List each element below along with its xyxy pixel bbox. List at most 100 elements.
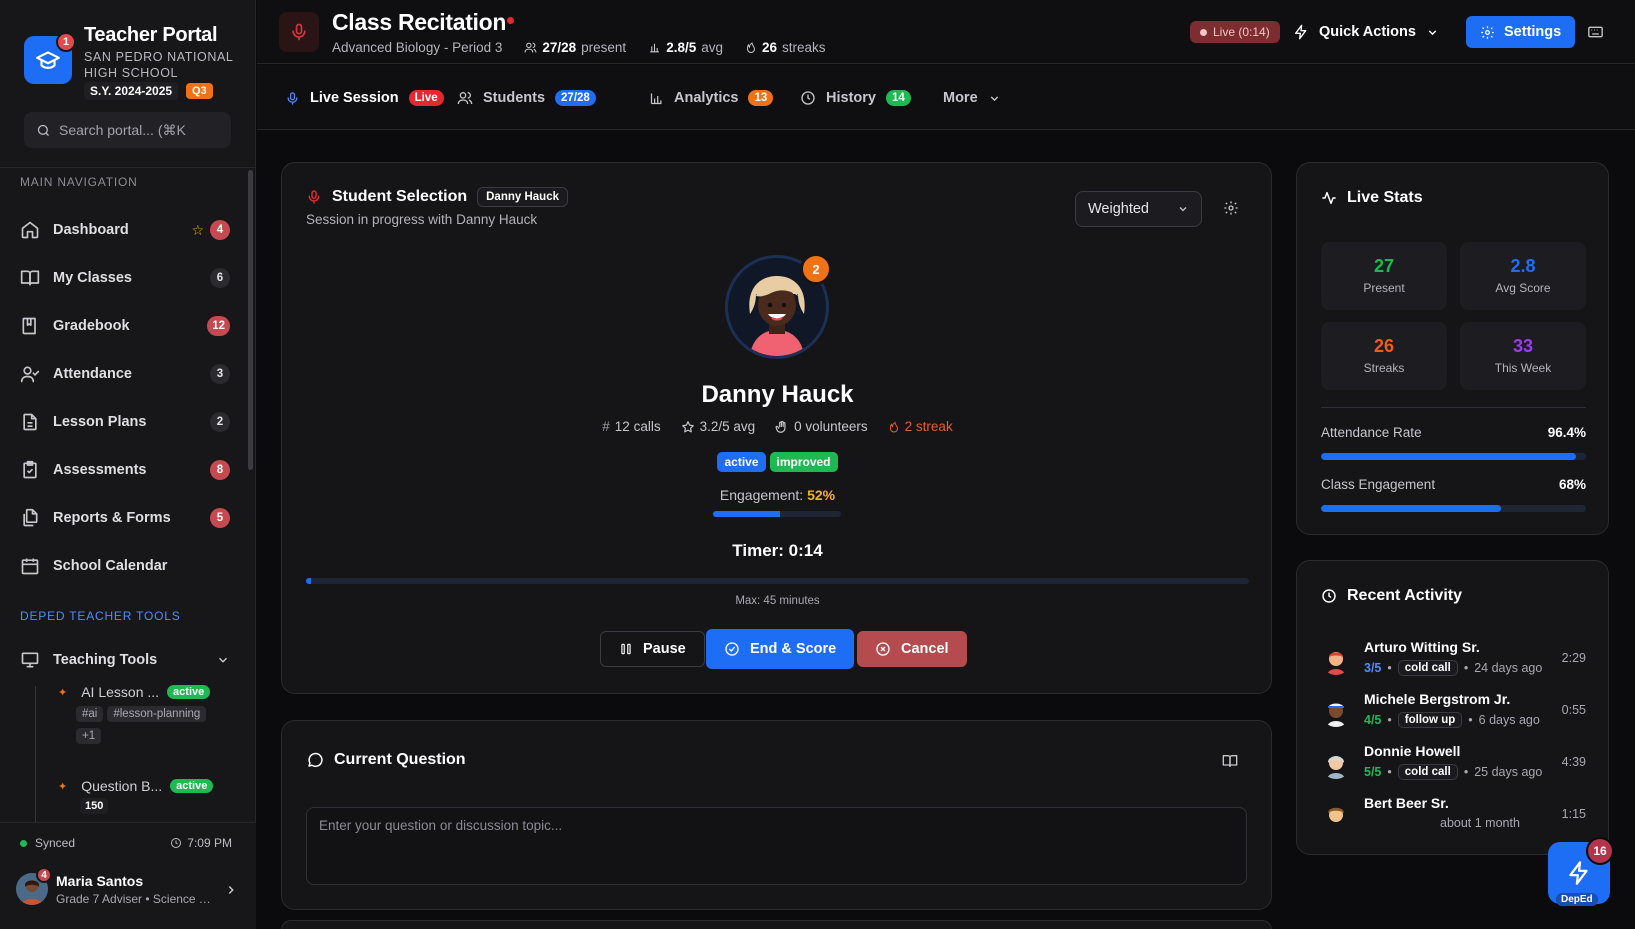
question-input[interactable] [306, 807, 1247, 885]
activity-time: 24 days ago [1474, 661, 1543, 675]
users-icon [457, 92, 473, 105]
flame-icon [889, 421, 898, 433]
bar-chart-icon [650, 93, 662, 104]
tool-question-bank[interactable]: ✦ Question B... active 150 [58, 778, 214, 814]
card-title-text: Student Selection [332, 188, 468, 205]
selection-mode-value: Weighted [1088, 201, 1149, 217]
page-title: Class Recitation [332, 9, 507, 35]
avg-label: avg [701, 40, 723, 55]
sidebar-item-school-calendar[interactable]: School Calendar [12, 542, 238, 590]
stat-value: 33 [1512, 336, 1534, 356]
engagement-row: Engagement: 52% [282, 487, 1273, 503]
quick-actions-label: Quick Actions [1319, 24, 1416, 40]
teaching-tools-toggle[interactable]: Teaching Tools [12, 640, 238, 680]
activity-time: 6 days ago [1478, 713, 1540, 727]
stat-label: Avg Score [1495, 281, 1551, 295]
streak-value: 2 streak [904, 419, 953, 434]
tool-name: AI Lesson ... [81, 684, 160, 700]
tab-label: Students [483, 90, 546, 106]
tool-ai-lesson[interactable]: ✦ AI Lesson ... active #ai #lesson-planning… [58, 684, 216, 744]
sidebar-item-assessments[interactable]: Assessments 8 [12, 446, 238, 494]
clock: 7:09 PM [170, 836, 232, 850]
activity-student-name: Michele Bergstrom Jr. [1364, 691, 1511, 707]
main-nav-label: MAIN NAVIGATION [20, 175, 138, 189]
calendar-icon [21, 558, 39, 575]
activity-item[interactable]: Michele Bergstrom Jr. 4/5 • follow up • 6 da… [1321, 691, 1586, 743]
book-open-icon[interactable] [1222, 753, 1238, 769]
search-input[interactable] [59, 122, 219, 138]
tab-analytics[interactable]: Analytics 13 [649, 84, 774, 112]
sidebar-item-lesson-plans[interactable]: Lesson Plans 2 [12, 398, 238, 446]
sparkle-icon: ✦ [58, 686, 68, 699]
clock-icon [171, 838, 182, 848]
sidebar-item-label: Attendance [53, 366, 132, 382]
search-box[interactable] [24, 112, 231, 148]
file-text-icon [23, 413, 37, 431]
sidebar-item-reports-forms[interactable]: Reports & Forms 5 [12, 494, 238, 542]
activity-item[interactable]: Arturo Witting Sr. 3/5 • cold call • 24 days… [1321, 639, 1586, 691]
count-badge: 6 [210, 268, 230, 288]
tab-students[interactable]: Students 27/28 [457, 84, 596, 112]
gear-icon[interactable] [1223, 200, 1239, 216]
timer-progress-bar [306, 578, 1249, 584]
sidebar-item-attendance[interactable]: Attendance 3 [12, 350, 238, 398]
sidebar-scrollbar[interactable] [248, 170, 253, 470]
sidebar-item-my-classes[interactable]: My Classes 6 [12, 254, 238, 302]
settings-button[interactable]: Settings [1466, 16, 1576, 48]
tab-badge: 14 [885, 90, 911, 106]
streaks-label: streaks [782, 40, 826, 55]
home-icon [21, 221, 39, 239]
stat-value: 26 [1373, 336, 1395, 356]
tab-label: Live Session [310, 90, 399, 106]
student-badges: active improved [282, 452, 1273, 472]
tag: #lesson-planning [107, 706, 207, 722]
school-year: S.Y. 2024-2025 [84, 82, 179, 100]
pause-label: Pause [643, 641, 686, 657]
class-engagement-bar [1321, 505, 1586, 512]
count-badge: 8 [210, 460, 230, 480]
sidebar-item-gradebook[interactable]: Gradebook 12 [12, 302, 238, 350]
page-subtitle-row: Advanced Biology - Period 3 27/28 present… [332, 40, 826, 55]
chevron-down-icon [990, 95, 998, 101]
live-dot [1200, 28, 1207, 36]
session-subtitle: Session in progress with Danny Hauck [306, 212, 538, 227]
tab-badge: 27/28 [555, 90, 596, 106]
recent-activity-card: Recent Activity Arturo Witting Sr. 3/5 • c… [1296, 560, 1609, 855]
chevron-down-icon [1179, 207, 1187, 212]
stat-this-week: 33 This Week [1460, 322, 1586, 390]
tab-label: Analytics [674, 90, 739, 106]
avg-stat: 2.8/5 avg [648, 40, 723, 55]
pause-button[interactable]: Pause [600, 631, 705, 667]
star-icon [681, 420, 694, 432]
stat-label: Streaks [1363, 361, 1405, 375]
tab-live-session[interactable]: Live Session Live [285, 84, 444, 112]
class-engagement-label: Class Engagement [1321, 477, 1436, 492]
selected-student-chip: Danny Hauck [477, 187, 568, 207]
activity-item[interactable]: Donnie Howell 5/5 • cold call • 25 days ago … [1321, 743, 1586, 795]
streaks-stat: 26 streaks [745, 40, 826, 55]
volunteers-stat: 0 volunteers [775, 419, 868, 434]
activity-type: follow up [1397, 712, 1463, 728]
tab-more[interactable]: More [943, 84, 1001, 112]
quick-actions-button[interactable]: Quick Actions [1293, 20, 1439, 44]
tab-label: History [826, 90, 876, 106]
selection-mode-select[interactable]: Weighted [1075, 191, 1202, 227]
sidebar-item-dashboard[interactable]: Dashboard ☆ 4 [12, 206, 238, 254]
tab-history[interactable]: History 14 [800, 84, 911, 112]
sync-status: Synced [20, 836, 75, 850]
chevron-right-icon[interactable] [224, 883, 238, 897]
quarter-badge: Q3 [186, 83, 213, 99]
chevron-down-icon [218, 657, 228, 663]
cancel-button[interactable]: Cancel [857, 631, 967, 667]
sidebar-item-label: School Calendar [53, 558, 168, 574]
card-title: Live Stats [1321, 189, 1423, 207]
search-icon [37, 124, 49, 136]
user-name: Maria Santos [56, 873, 144, 889]
keyboard-icon[interactable] [1587, 24, 1604, 40]
end-and-score-button[interactable]: End & Score [706, 629, 855, 669]
count-badge: 150 [80, 798, 109, 814]
activity-item[interactable]: Bert Beer Sr. about 1 month 1:15 [1321, 795, 1586, 847]
stat-label: Present [1363, 281, 1405, 295]
avg-value: 3.2/5 avg [699, 419, 756, 434]
call-count-badge: 2 [800, 253, 832, 285]
